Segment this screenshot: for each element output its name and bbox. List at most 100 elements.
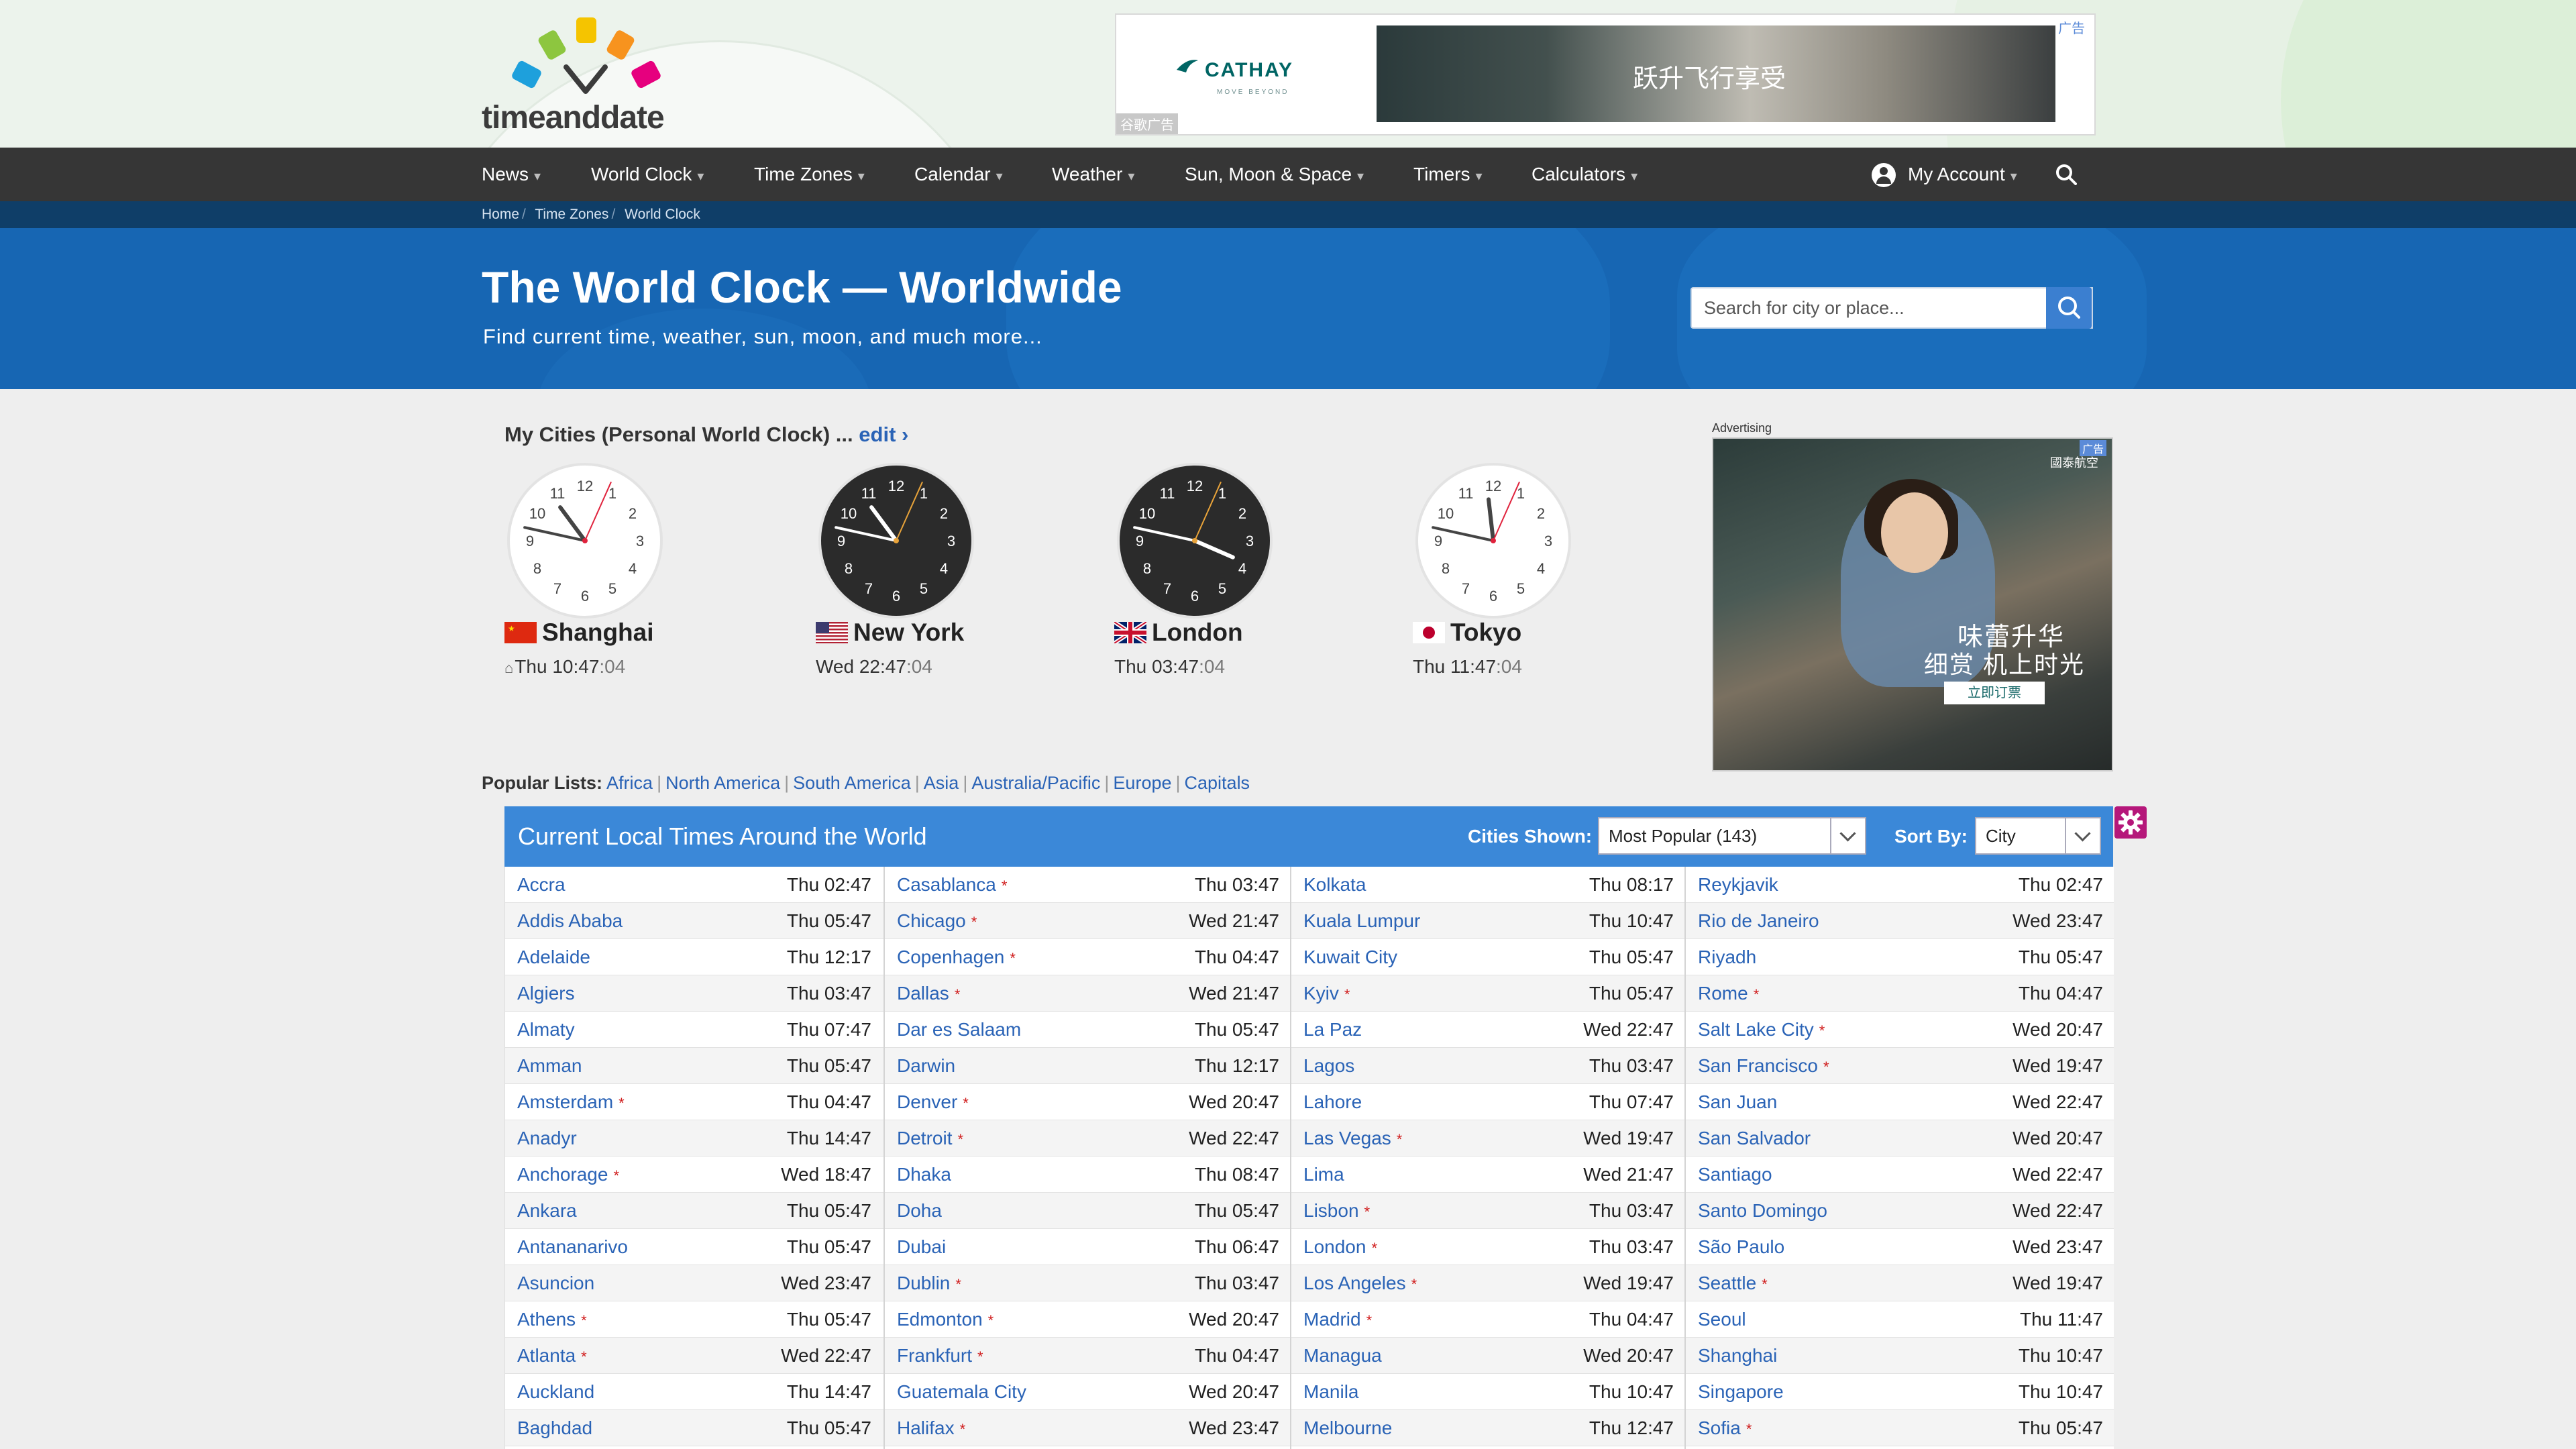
- city-name[interactable]: Athens: [517, 1309, 576, 1330]
- city-link[interactable]: Anchorage *: [517, 1157, 619, 1194]
- city-link[interactable]: Accra: [517, 867, 566, 903]
- city-link[interactable]: Kyiv *: [1303, 975, 1350, 1013]
- city-link[interactable]: Madrid *: [1303, 1301, 1372, 1339]
- nav-my-account[interactable]: My Account ▾: [1908, 148, 2017, 201]
- city-link[interactable]: Managua: [1303, 1338, 1382, 1374]
- city-link[interactable]: Adelaide: [517, 939, 590, 975]
- city-name[interactable]: Denver: [897, 1091, 957, 1112]
- city-name[interactable]: Kuala Lumpur: [1303, 910, 1420, 931]
- city-name[interactable]: Melbourne: [1303, 1417, 1392, 1438]
- city-name[interactable]: Lisbon: [1303, 1200, 1359, 1221]
- city-link[interactable]: Dallas *: [897, 975, 960, 1013]
- city-link[interactable]: Shanghai: [1698, 1338, 1777, 1374]
- city-link[interactable]: Reykjavik: [1698, 867, 1778, 903]
- city-name[interactable]: Riyadh: [1698, 947, 1756, 967]
- city-name[interactable]: Lagos: [1303, 1055, 1354, 1076]
- city-name[interactable]: Lahore: [1303, 1091, 1362, 1112]
- ad-choices-tag[interactable]: 广告: [2058, 17, 2085, 37]
- city-link[interactable]: Rome *: [1698, 975, 1759, 1013]
- city-link[interactable]: São Paulo: [1698, 1229, 1784, 1265]
- city-link[interactable]: Lahore: [1303, 1084, 1362, 1120]
- city-name[interactable]: Reykjavik: [1698, 874, 1778, 895]
- city-link[interactable]: Casablanca *: [897, 867, 1007, 904]
- city-name[interactable]: Anchorage: [517, 1164, 608, 1185]
- city-clock-card[interactable]: 1 2 3 4 5 6 7 8 9 10 11 12 New York Wed 22:47:04: [816, 460, 1097, 682]
- breadcrumb-time-zones[interactable]: Time Zones: [535, 207, 608, 222]
- city-name[interactable]: London: [1303, 1236, 1366, 1257]
- city-link[interactable]: San Francisco *: [1698, 1048, 1829, 1085]
- breadcrumb-world-clock[interactable]: World Clock: [625, 207, 700, 222]
- city-name[interactable]: Kolkata: [1303, 874, 1366, 895]
- nav-calendar[interactable]: Calendar ▾: [914, 148, 1003, 201]
- city-name[interactable]: Detroit: [897, 1128, 952, 1148]
- city-link[interactable]: Guatemala City: [897, 1374, 1026, 1410]
- city-name[interactable]: Madrid: [1303, 1309, 1361, 1330]
- table-settings-button[interactable]: [2114, 806, 2147, 839]
- city-name[interactable]: Halifax: [897, 1417, 955, 1438]
- city-name[interactable]: Amman: [517, 1055, 582, 1076]
- city-name[interactable]: Seattle: [1698, 1273, 1756, 1293]
- city-link[interactable]: Dhaka: [897, 1157, 951, 1193]
- city-link[interactable]: La Paz: [1303, 1012, 1362, 1048]
- edit-cities-link[interactable]: edit ›: [859, 423, 908, 446]
- city-name[interactable]: Seoul: [1698, 1309, 1746, 1330]
- popular-link-capitals[interactable]: Capitals: [1185, 773, 1250, 793]
- city-link[interactable]: Edmonton *: [897, 1301, 994, 1339]
- city-link[interactable]: Copenhagen *: [897, 939, 1016, 977]
- nav-timers[interactable]: Timers ▾: [1413, 148, 1483, 201]
- search-icon[interactable]: [2055, 164, 2077, 185]
- city-search-input[interactable]: [1690, 287, 2093, 329]
- ad-choices-tag[interactable]: 广告: [2079, 440, 2106, 456]
- city-name[interactable]: Rome: [1698, 983, 1748, 1004]
- city-name[interactable]: San Juan: [1698, 1091, 1777, 1112]
- city-name[interactable]: Casablanca: [897, 874, 996, 895]
- city-link[interactable]: San Salvador: [1698, 1120, 1811, 1157]
- city-name[interactable]: Antananarivo: [517, 1236, 628, 1257]
- city-link[interactable]: Manila: [1303, 1374, 1358, 1410]
- city-name[interactable]: San Salvador: [1698, 1128, 1811, 1148]
- city-name[interactable]: Frankfurt: [897, 1345, 972, 1366]
- city-link[interactable]: Algiers: [517, 975, 575, 1012]
- city-link[interactable]: Sofia *: [1698, 1410, 1752, 1448]
- city-link[interactable]: Dublin *: [897, 1265, 961, 1303]
- city-link[interactable]: Auckland: [517, 1374, 594, 1410]
- city-name[interactable]: Singapore: [1698, 1381, 1784, 1402]
- city-link[interactable]: Dar es Salaam: [897, 1012, 1021, 1048]
- popular-link-asia[interactable]: Asia: [924, 773, 959, 793]
- nav-world-clock[interactable]: World Clock ▾: [591, 148, 704, 201]
- city-link[interactable]: Baghdad: [517, 1410, 592, 1446]
- side-banner-ad[interactable]: 國泰航空 广告 味蕾升华 细赏 机上时光 立即订票: [1712, 437, 2113, 771]
- nav-weather[interactable]: Weather ▾: [1052, 148, 1134, 201]
- city-name[interactable]: Asuncion: [517, 1273, 594, 1293]
- city-link[interactable]: Amsterdam *: [517, 1084, 625, 1122]
- city-clock-card[interactable]: 1 2 3 4 5 6 7 8 9 10 11 12 London Thu 03:47:04: [1113, 460, 1396, 682]
- popular-link-australia-pacific[interactable]: Australia/Pacific: [971, 773, 1100, 793]
- city-name[interactable]: Algiers: [517, 983, 575, 1004]
- breadcrumb-home[interactable]: Home: [482, 207, 519, 222]
- city-name[interactable]: Amsterdam: [517, 1091, 613, 1112]
- account-icon[interactable]: [1872, 163, 1896, 187]
- city-link[interactable]: San Juan: [1698, 1084, 1777, 1120]
- ad-cta-button[interactable]: 立即订票: [1944, 682, 2045, 704]
- city-link[interactable]: Lisbon *: [1303, 1193, 1370, 1230]
- city-link[interactable]: Rio de Janeiro: [1698, 903, 1819, 939]
- city-name[interactable]: Santo Domingo: [1698, 1200, 1827, 1221]
- city-link[interactable]: Detroit *: [897, 1120, 963, 1158]
- city-clock-card[interactable]: 1 2 3 4 5 6 7 8 9 10 11 12 ★ Shanghai ⌂Thu 10:47:04: [504, 460, 786, 682]
- city-link[interactable]: Santo Domingo: [1698, 1193, 1827, 1229]
- nav-sun-moon-space[interactable]: Sun, Moon & Space ▾: [1185, 148, 1364, 201]
- city-link[interactable]: Chicago *: [897, 903, 977, 941]
- site-logo[interactable]: timeanddate: [482, 12, 696, 140]
- city-name[interactable]: Kuwait City: [1303, 947, 1397, 967]
- city-name[interactable]: Rio de Janeiro: [1698, 910, 1819, 931]
- city-name[interactable]: Managua: [1303, 1345, 1382, 1366]
- city-name[interactable]: Dubai: [897, 1236, 946, 1257]
- city-name[interactable]: Los Angeles: [1303, 1273, 1406, 1293]
- cities-shown-select[interactable]: Most Popular (143): [1598, 817, 1866, 855]
- city-link[interactable]: Athens *: [517, 1301, 587, 1339]
- city-name[interactable]: Manila: [1303, 1381, 1358, 1402]
- city-link[interactable]: Santiago: [1698, 1157, 1772, 1193]
- city-link[interactable]: Kuwait City: [1303, 939, 1397, 975]
- city-name[interactable]: Adelaide: [517, 947, 590, 967]
- city-name[interactable]: Lima: [1303, 1164, 1344, 1185]
